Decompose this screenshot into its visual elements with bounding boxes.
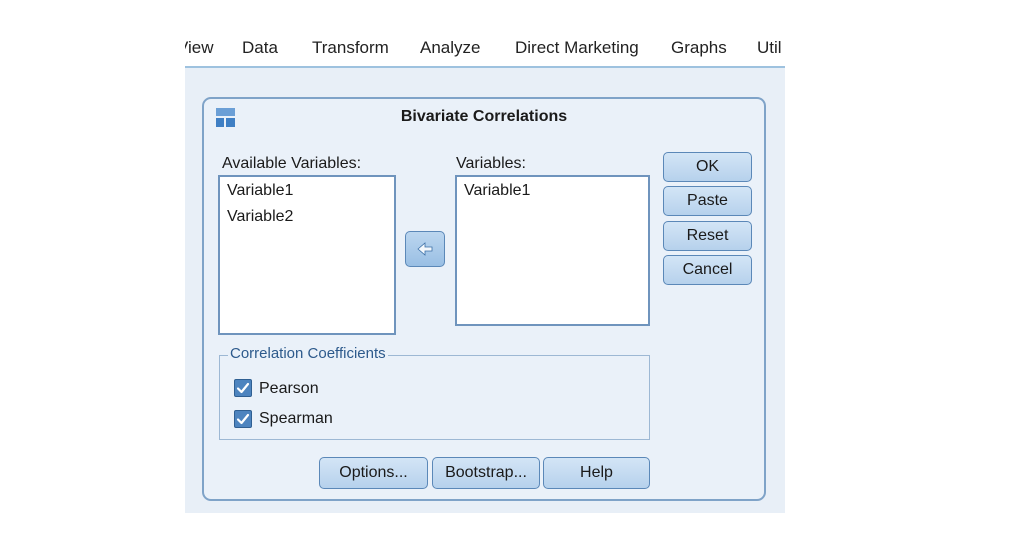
menu-item-graphs[interactable]: Graphs (671, 38, 727, 58)
correlation-coefficients-group: Correlation Coefficients Pearson Spearma… (219, 345, 650, 440)
bootstrap-button[interactable]: Bootstrap... (432, 457, 540, 489)
available-variables-list[interactable]: Variable1 Variable2 (218, 175, 396, 335)
pearson-checkbox[interactable] (234, 379, 252, 397)
bivariate-correlations-dialog: Bivariate Correlations Available Variabl… (202, 97, 766, 501)
move-variable-button[interactable] (405, 231, 445, 267)
variables-list[interactable]: Variable1 (455, 175, 650, 326)
spearman-label: Spearman (259, 410, 333, 427)
checkmark-icon (236, 413, 250, 425)
help-button[interactable]: Help (543, 457, 650, 489)
menu-item-transform[interactable]: Transform (312, 38, 389, 58)
list-item[interactable]: Variable1 (227, 182, 293, 200)
menu-item-data[interactable]: Data (242, 38, 278, 58)
dialog-title: Bivariate Correlations (400, 108, 568, 125)
menu-item-view[interactable]: View (185, 38, 214, 58)
menu-bar: View Data Transform Analyze Direct Marke… (185, 30, 785, 68)
list-item[interactable]: Variable2 (227, 208, 293, 226)
available-variables-label: Available Variables: (222, 155, 362, 172)
list-item[interactable]: Variable1 (464, 182, 530, 200)
cancel-button[interactable]: Cancel (663, 255, 752, 285)
menu-item-analyze[interactable]: Analyze (420, 38, 480, 58)
reset-button[interactable]: Reset (663, 221, 752, 251)
arrow-left-icon (417, 242, 433, 256)
spearman-checkbox[interactable] (234, 410, 252, 428)
menu-item-utilities[interactable]: Util (757, 38, 782, 58)
ok-button[interactable]: OK (663, 152, 752, 182)
paste-button[interactable]: Paste (663, 186, 752, 216)
menu-item-direct-marketing[interactable]: Direct Marketing (515, 38, 639, 58)
correlation-coefficients-label: Correlation Coefficients (228, 345, 388, 362)
variables-label: Variables: (456, 155, 526, 172)
checkmark-icon (236, 382, 250, 394)
pearson-label: Pearson (259, 380, 319, 397)
application-window: View Data Transform Analyze Direct Marke… (185, 30, 785, 513)
options-button[interactable]: Options... (319, 457, 428, 489)
